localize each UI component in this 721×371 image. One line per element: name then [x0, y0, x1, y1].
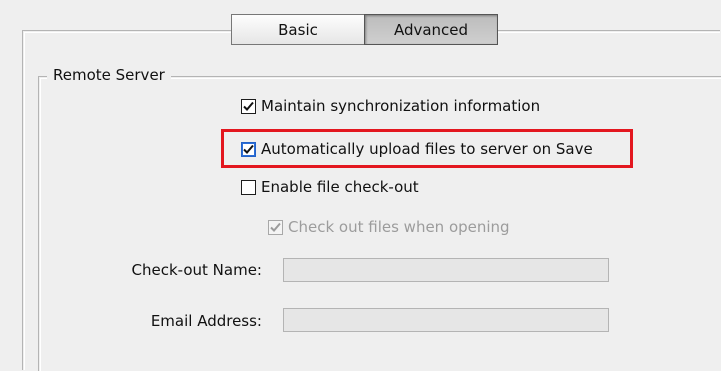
tab-basic[interactable]: Basic — [231, 14, 365, 45]
tab-advanced-label: Advanced — [393, 20, 469, 39]
checkmark-icon — [243, 101, 254, 111]
maintain-sync-option[interactable]: Maintain synchronization information — [241, 95, 540, 117]
checkmark-icon — [243, 144, 254, 154]
auto-upload-label: Automatically upload files to server on … — [261, 140, 593, 158]
enable-checkout-option[interactable]: Enable file check-out — [241, 176, 419, 198]
checkout-when-opening-option: Check out files when opening — [268, 216, 510, 238]
email-address-label: Email Address: — [150, 312, 262, 330]
auto-upload-checkbox[interactable] — [241, 141, 256, 157]
email-address-input[interactable] — [283, 308, 609, 332]
tab-bar: Basic Advanced — [231, 14, 498, 45]
auto-upload-option[interactable]: Automatically upload files to server on … — [241, 138, 593, 160]
enable-checkout-label: Enable file check-out — [261, 178, 419, 196]
checkmark-icon — [270, 222, 281, 232]
checkout-name-input[interactable] — [283, 258, 609, 282]
maintain-sync-checkbox[interactable] — [241, 98, 256, 114]
tab-basic-label: Basic — [278, 20, 318, 39]
remote-server-group-title: Remote Server — [47, 64, 171, 86]
checkout-when-opening-label: Check out files when opening — [288, 218, 510, 236]
enable-checkout-checkbox[interactable] — [241, 179, 256, 195]
checkout-when-opening-checkbox — [268, 219, 283, 235]
checkout-name-label: Check-out Name: — [131, 261, 262, 279]
tab-advanced[interactable]: Advanced — [364, 14, 498, 45]
maintain-sync-label: Maintain synchronization information — [261, 97, 541, 115]
